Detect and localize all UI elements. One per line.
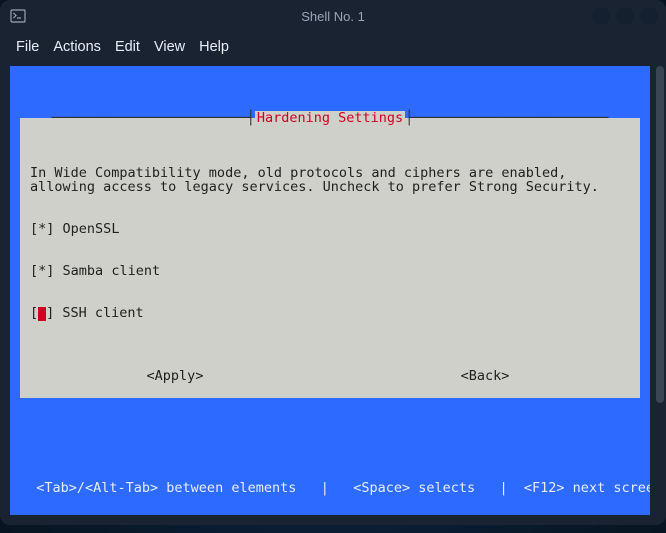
checkbox-openssl[interactable]: [*] OpenSSL: [30, 222, 630, 236]
scrollbar[interactable]: [656, 66, 664, 515]
back-button[interactable]: <Back>: [330, 369, 640, 383]
terminal-icon: [10, 8, 26, 24]
apply-button[interactable]: <Apply>: [20, 369, 330, 383]
checkbox-mark: [: [30, 263, 38, 279]
dialog-buttons: <Apply> <Back>: [20, 369, 640, 383]
checkbox-label: SSH client: [62, 305, 143, 321]
checkbox-samba[interactable]: [*] Samba client: [30, 264, 630, 278]
menubar: File Actions Edit View Help: [0, 32, 666, 62]
dialog-body: In Wide Compatibility mode, old protocol…: [30, 138, 630, 353]
window-title: Shell No. 1: [0, 9, 666, 24]
menu-file[interactable]: File: [16, 39, 39, 55]
menu-help[interactable]: Help: [199, 39, 229, 55]
checkbox-label: OpenSSL: [63, 221, 120, 237]
menu-actions[interactable]: Actions: [53, 39, 101, 55]
checkbox-label: Samba client: [63, 263, 161, 279]
dialog-title-row: ────────────────────────┤ Hardening Sett…: [20, 111, 640, 125]
checkbox-mark: [: [30, 305, 38, 321]
terminal-container: ··· ────────────────────────┤ Hardening …: [0, 62, 666, 525]
titlebar[interactable]: Shell No. 1: [0, 0, 666, 32]
checkbox-mark: [: [30, 221, 38, 237]
maximize-button[interactable]: [616, 7, 634, 25]
close-button[interactable]: [640, 7, 658, 25]
decorative-dots: ···: [10, 88, 650, 102]
dialog-box: ────────────────────────┤ Hardening Sett…: [20, 118, 640, 398]
menu-edit[interactable]: Edit: [115, 39, 140, 55]
scrollbar-thumb[interactable]: [656, 66, 664, 403]
dialog-title: Hardening Settings: [255, 111, 405, 125]
dialog-description: In Wide Compatibility mode, old protocol…: [30, 166, 630, 194]
dash-right: ├────────────────────────: [405, 111, 608, 125]
dash-left: ────────────────────────┤: [52, 111, 255, 125]
window-controls: [592, 7, 658, 25]
footer-hints: <Tab>/<Alt-Tab> between elements | <Spac…: [20, 481, 640, 495]
minimize-button[interactable]: [592, 7, 610, 25]
menu-view[interactable]: View: [154, 39, 185, 55]
terminal[interactable]: ··· ────────────────────────┤ Hardening …: [10, 66, 650, 515]
cursor: [38, 307, 46, 321]
checkbox-ssh[interactable]: [] SSH client: [30, 306, 630, 321]
terminal-window: Shell No. 1 File Actions Edit View Help …: [0, 0, 666, 525]
